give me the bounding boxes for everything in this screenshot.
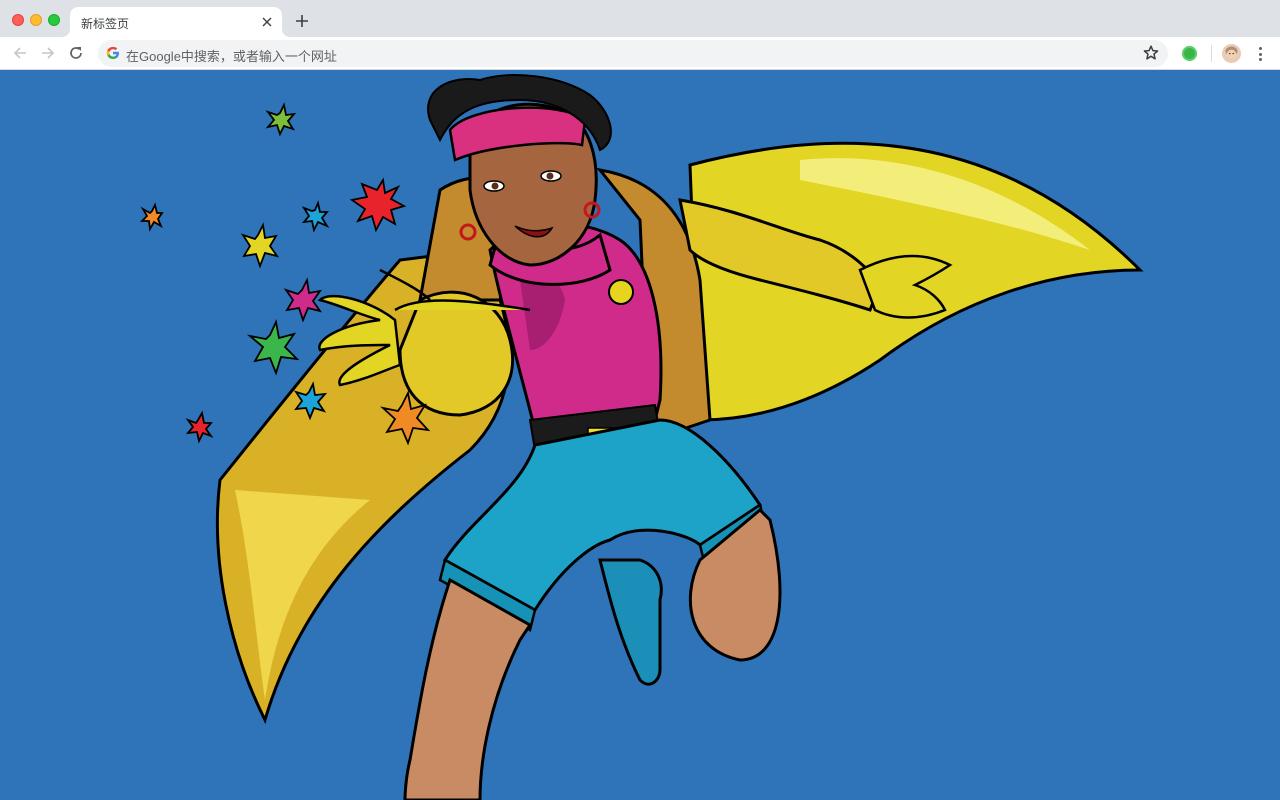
superhero-illustration xyxy=(139,74,1144,800)
star-icon[interactable] xyxy=(1142,44,1160,62)
new-tab-page-wallpaper xyxy=(0,70,1280,800)
tab-new-tab[interactable]: 新标签页 xyxy=(70,7,282,37)
arrow-left-icon[interactable] xyxy=(9,42,31,64)
window-close-button[interactable] xyxy=(12,14,24,26)
omnibox-placeholder: 在Google中搜索，或者输入一个网址 xyxy=(126,49,337,64)
google-g-icon xyxy=(106,46,119,59)
green-extension-icon[interactable] xyxy=(1182,46,1197,61)
window-maximize-button[interactable] xyxy=(48,14,60,26)
kebab-menu-icon[interactable] xyxy=(1252,45,1268,63)
window-minimize-button[interactable] xyxy=(30,14,42,26)
tab-title: 新标签页 xyxy=(81,17,130,31)
plus-icon[interactable] xyxy=(292,11,312,31)
avatar[interactable] xyxy=(1222,44,1241,63)
arrow-right-icon[interactable] xyxy=(37,42,59,64)
close-icon[interactable] xyxy=(258,13,276,31)
omnibox[interactable]: 在Google中搜索，或者输入一个网址 xyxy=(98,40,1168,67)
toolbar: 在Google中搜索，或者输入一个网址 xyxy=(0,37,1280,70)
browser-chrome: 新标签页 在Google中搜索，或者输入一个网址 xyxy=(0,0,1280,70)
toolbar-divider xyxy=(1211,45,1212,62)
tab-strip: 新标签页 xyxy=(0,0,1280,37)
reload-icon[interactable] xyxy=(65,42,87,64)
